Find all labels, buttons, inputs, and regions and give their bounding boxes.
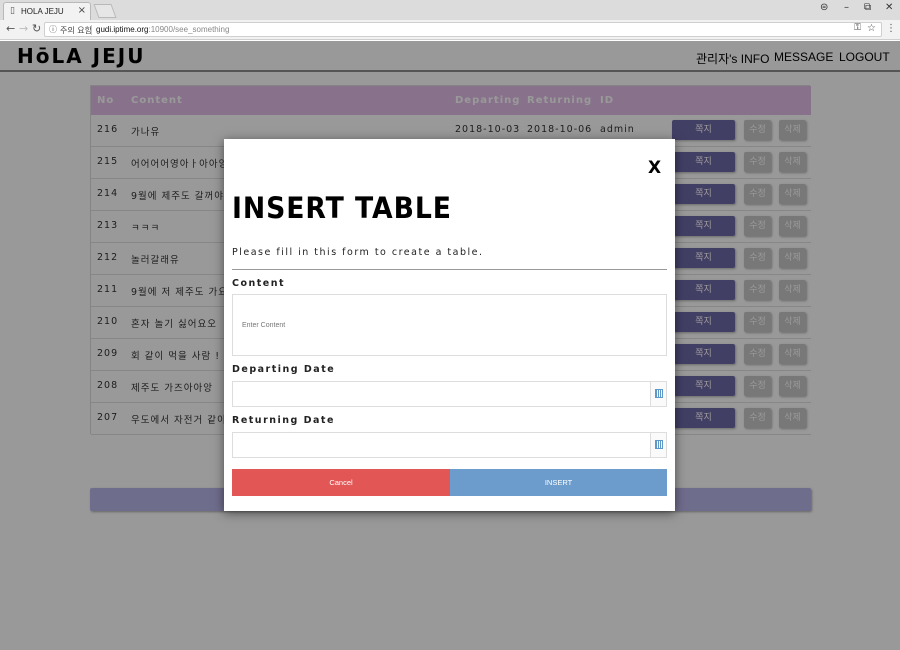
content-input[interactable] [232, 294, 667, 356]
back-icon[interactable]: ← [6, 23, 15, 35]
content-label: Content [232, 278, 286, 289]
tab-title: HOLA JEJU [21, 7, 64, 16]
insert-button[interactable]: INSERT [450, 469, 667, 496]
reload-icon[interactable]: ↻ [32, 23, 41, 35]
returning-date-label: Returning Date [232, 415, 335, 426]
divider [91, 25, 92, 35]
close-tab-icon[interactable]: × [78, 6, 86, 16]
calendar-icon [655, 440, 663, 449]
window-close-icon[interactable]: ✕ [885, 2, 893, 14]
restore-icon[interactable]: ⧉ [864, 2, 871, 14]
browser-toolbar: ← → ↻ ⓘ 주의 요함 gudi.iptime.org:10900/see_… [0, 20, 900, 40]
departing-date-label: Departing Date [232, 364, 336, 375]
page-icon: ▯ [10, 6, 15, 16]
security-label: 주의 요함 [60, 26, 92, 35]
cancel-button[interactable]: Cancel [232, 469, 450, 496]
minimize-icon[interactable]: – [844, 2, 849, 14]
browser-tab[interactable]: ▯ HOLA JEJU × [3, 2, 91, 20]
new-tab-button[interactable] [93, 4, 117, 18]
insert-table-modal: X INSERT TABLE Please fill in this form … [224, 139, 675, 511]
close-icon[interactable]: X [648, 159, 661, 177]
departing-date-input[interactable] [232, 381, 667, 407]
returning-date-input[interactable] [232, 432, 667, 458]
info-icon[interactable]: ⓘ [49, 24, 57, 35]
bookmark-star-icon[interactable]: ☆ [867, 23, 876, 34]
key-icon[interactable]: ⚿ [854, 23, 861, 33]
calendar-icon [655, 389, 663, 398]
calendar-button[interactable] [650, 433, 666, 457]
divider [232, 269, 667, 270]
url-text: gudi.iptime.org:10900/see_something [96, 25, 229, 34]
profile-icon[interactable]: ⊜ [820, 2, 828, 14]
forward-icon[interactable]: → [19, 23, 28, 35]
modal-title: INSERT TABLE [232, 191, 452, 225]
modal-subtitle: Please fill in this form to create a tab… [232, 247, 484, 258]
address-bar[interactable]: ⓘ 주의 요함 gudi.iptime.org:10900/see_someth… [44, 22, 882, 37]
menu-icon[interactable]: ⋮ [886, 24, 896, 34]
browser-tabstrip: ▯ HOLA JEJU × ⊜ – ⧉ ✕ [0, 0, 900, 20]
url-host: gudi.iptime.org [96, 25, 149, 34]
calendar-button[interactable] [650, 382, 666, 406]
url-path: :10900/see_something [148, 25, 230, 34]
